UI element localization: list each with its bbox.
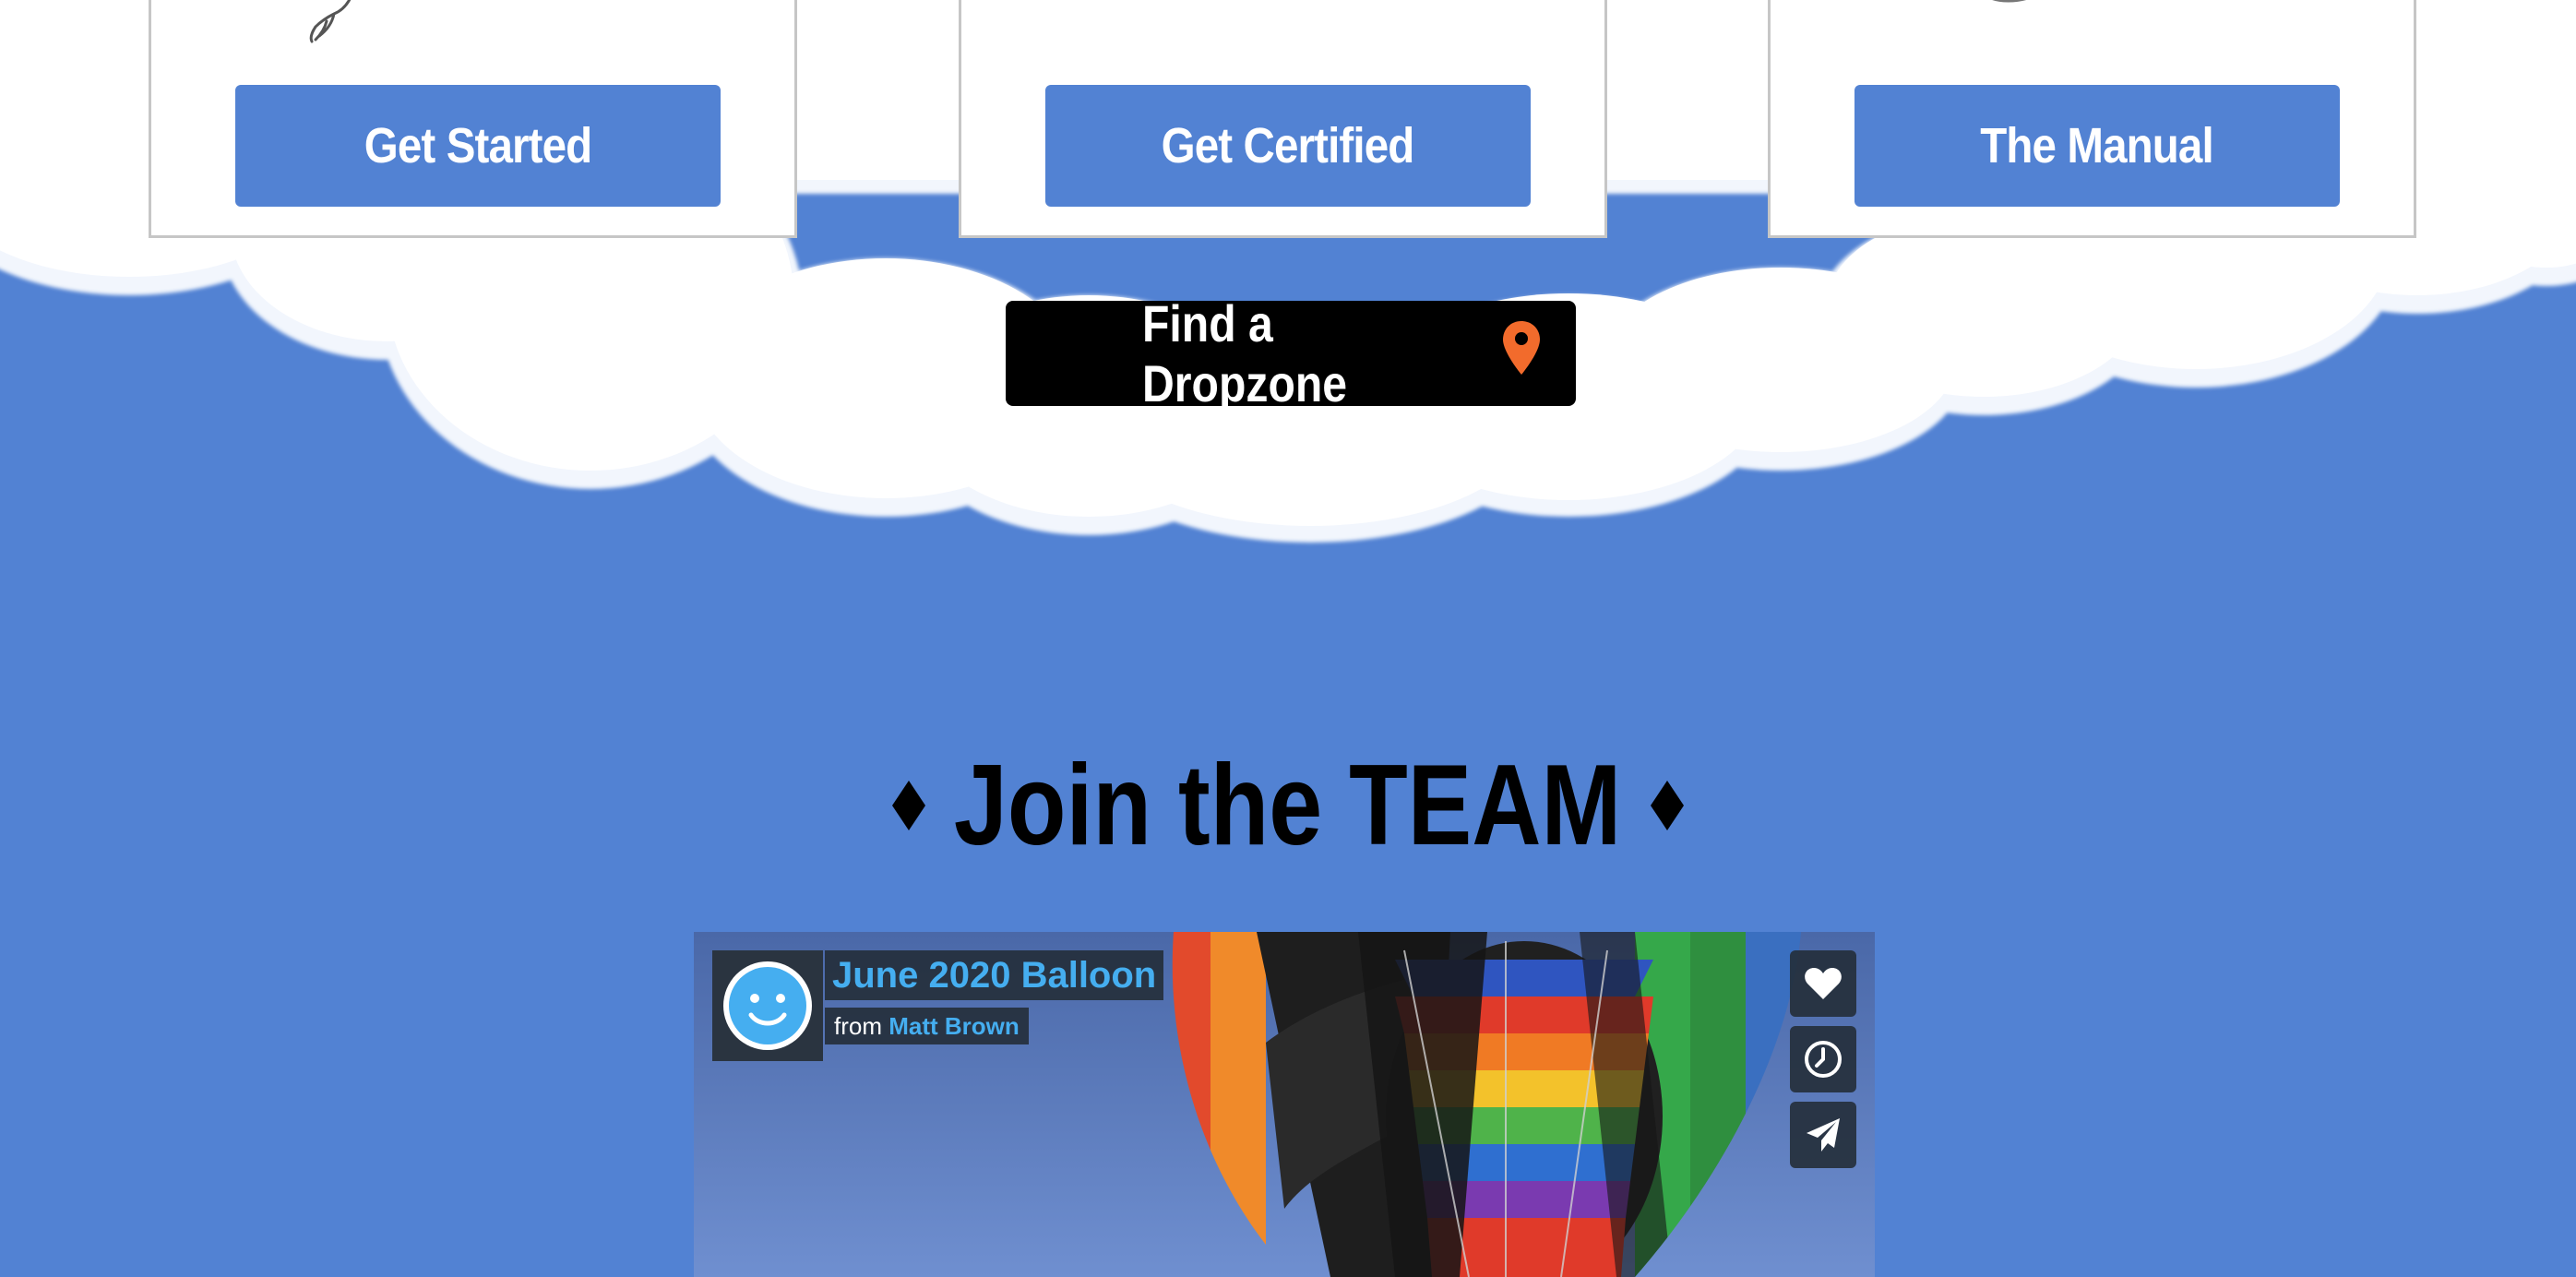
card-get-certified: Get Certified	[959, 0, 1607, 238]
section-title: Join the TEAM	[954, 742, 1622, 869]
card-the-manual: The Manual	[1768, 0, 2416, 238]
diamond-icon	[1650, 781, 1684, 830]
map-pin-icon	[1503, 321, 1540, 375]
manual-illustration	[1992, 0, 2026, 3]
skydiver-hand-illustration	[309, 0, 352, 43]
video-byline: from Matt Brown	[825, 1008, 1029, 1044]
author-avatar[interactable]	[712, 950, 823, 1061]
watch-later-button[interactable]	[1790, 1026, 1856, 1092]
diamond-icon	[892, 781, 926, 830]
clock-icon	[1805, 1041, 1842, 1078]
heart-icon	[1805, 968, 1842, 999]
video-player[interactable]: June 2020 Balloon from Matt Brown	[694, 932, 1875, 1277]
smiley-avatar-icon	[723, 961, 812, 1050]
byline-prefix: from	[834, 1012, 882, 1040]
paper-plane-icon	[1807, 1118, 1840, 1152]
find-dropzone-button[interactable]: Find a Dropzone	[1006, 294, 1576, 412]
card-get-started: Get Started	[149, 0, 797, 238]
get-certified-button[interactable]: Get Certified	[1045, 85, 1531, 207]
join-team-heading: Join the TEAM	[0, 729, 2576, 870]
like-button[interactable]	[1790, 950, 1856, 1017]
get-started-button[interactable]: Get Started	[235, 85, 721, 207]
share-button[interactable]	[1790, 1102, 1856, 1168]
video-title[interactable]: June 2020 Balloon	[825, 950, 1164, 1000]
find-dropzone-label: Find a Dropzone	[1142, 294, 1348, 412]
the-manual-button[interactable]: The Manual	[1854, 85, 2340, 207]
video-author-link[interactable]: Matt Brown	[888, 1012, 1020, 1040]
